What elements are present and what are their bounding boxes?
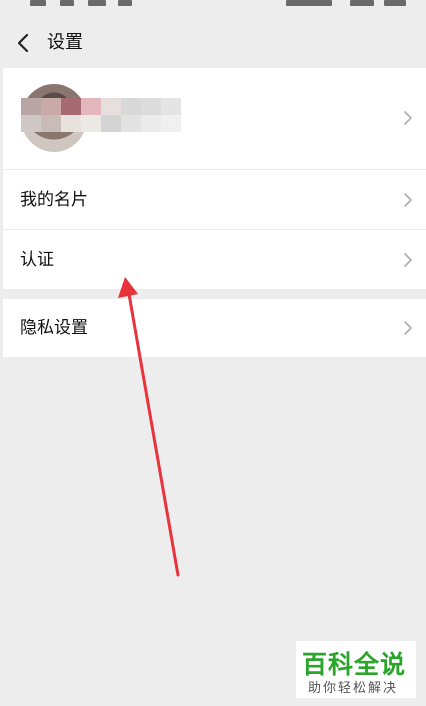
settings-group-account: 我的名片 认证	[3, 68, 426, 289]
settings-item-label: 隐私设置	[20, 318, 88, 338]
settings-item-my-card[interactable]: 我的名片	[3, 169, 426, 230]
chevron-right-icon	[404, 321, 412, 335]
signal-icon	[60, 0, 74, 6]
title-bar: 设置	[0, 22, 426, 66]
chevron-right-icon	[404, 253, 412, 267]
settings-item-verification[interactable]: 认证	[3, 229, 426, 290]
clock	[384, 0, 406, 6]
chevron-right-icon	[404, 111, 412, 125]
watermark-logo: 百科全说 助你轻松解决	[296, 641, 416, 698]
battery-percent	[286, 0, 332, 6]
profile-row[interactable]	[3, 68, 426, 169]
chevron-right-icon	[404, 193, 412, 207]
signal-icon	[30, 0, 46, 6]
settings-item-label: 我的名片	[20, 190, 88, 210]
settings-group-privacy: 隐私设置	[3, 299, 426, 357]
watermark-subtitle: 助你轻松解决	[308, 681, 399, 696]
settings-item-privacy[interactable]: 隐私设置	[3, 299, 426, 357]
notification-icon	[118, 0, 132, 6]
chevron-left-icon[interactable]	[10, 28, 40, 58]
page-title: 设置	[47, 32, 83, 53]
watermark-title: 百科全说	[302, 650, 407, 679]
wifi-icon	[88, 0, 106, 6]
profile-name-blurred	[21, 98, 181, 132]
battery-icon	[350, 0, 374, 6]
status-bar	[0, 0, 426, 8]
settings-item-label: 认证	[20, 250, 54, 270]
